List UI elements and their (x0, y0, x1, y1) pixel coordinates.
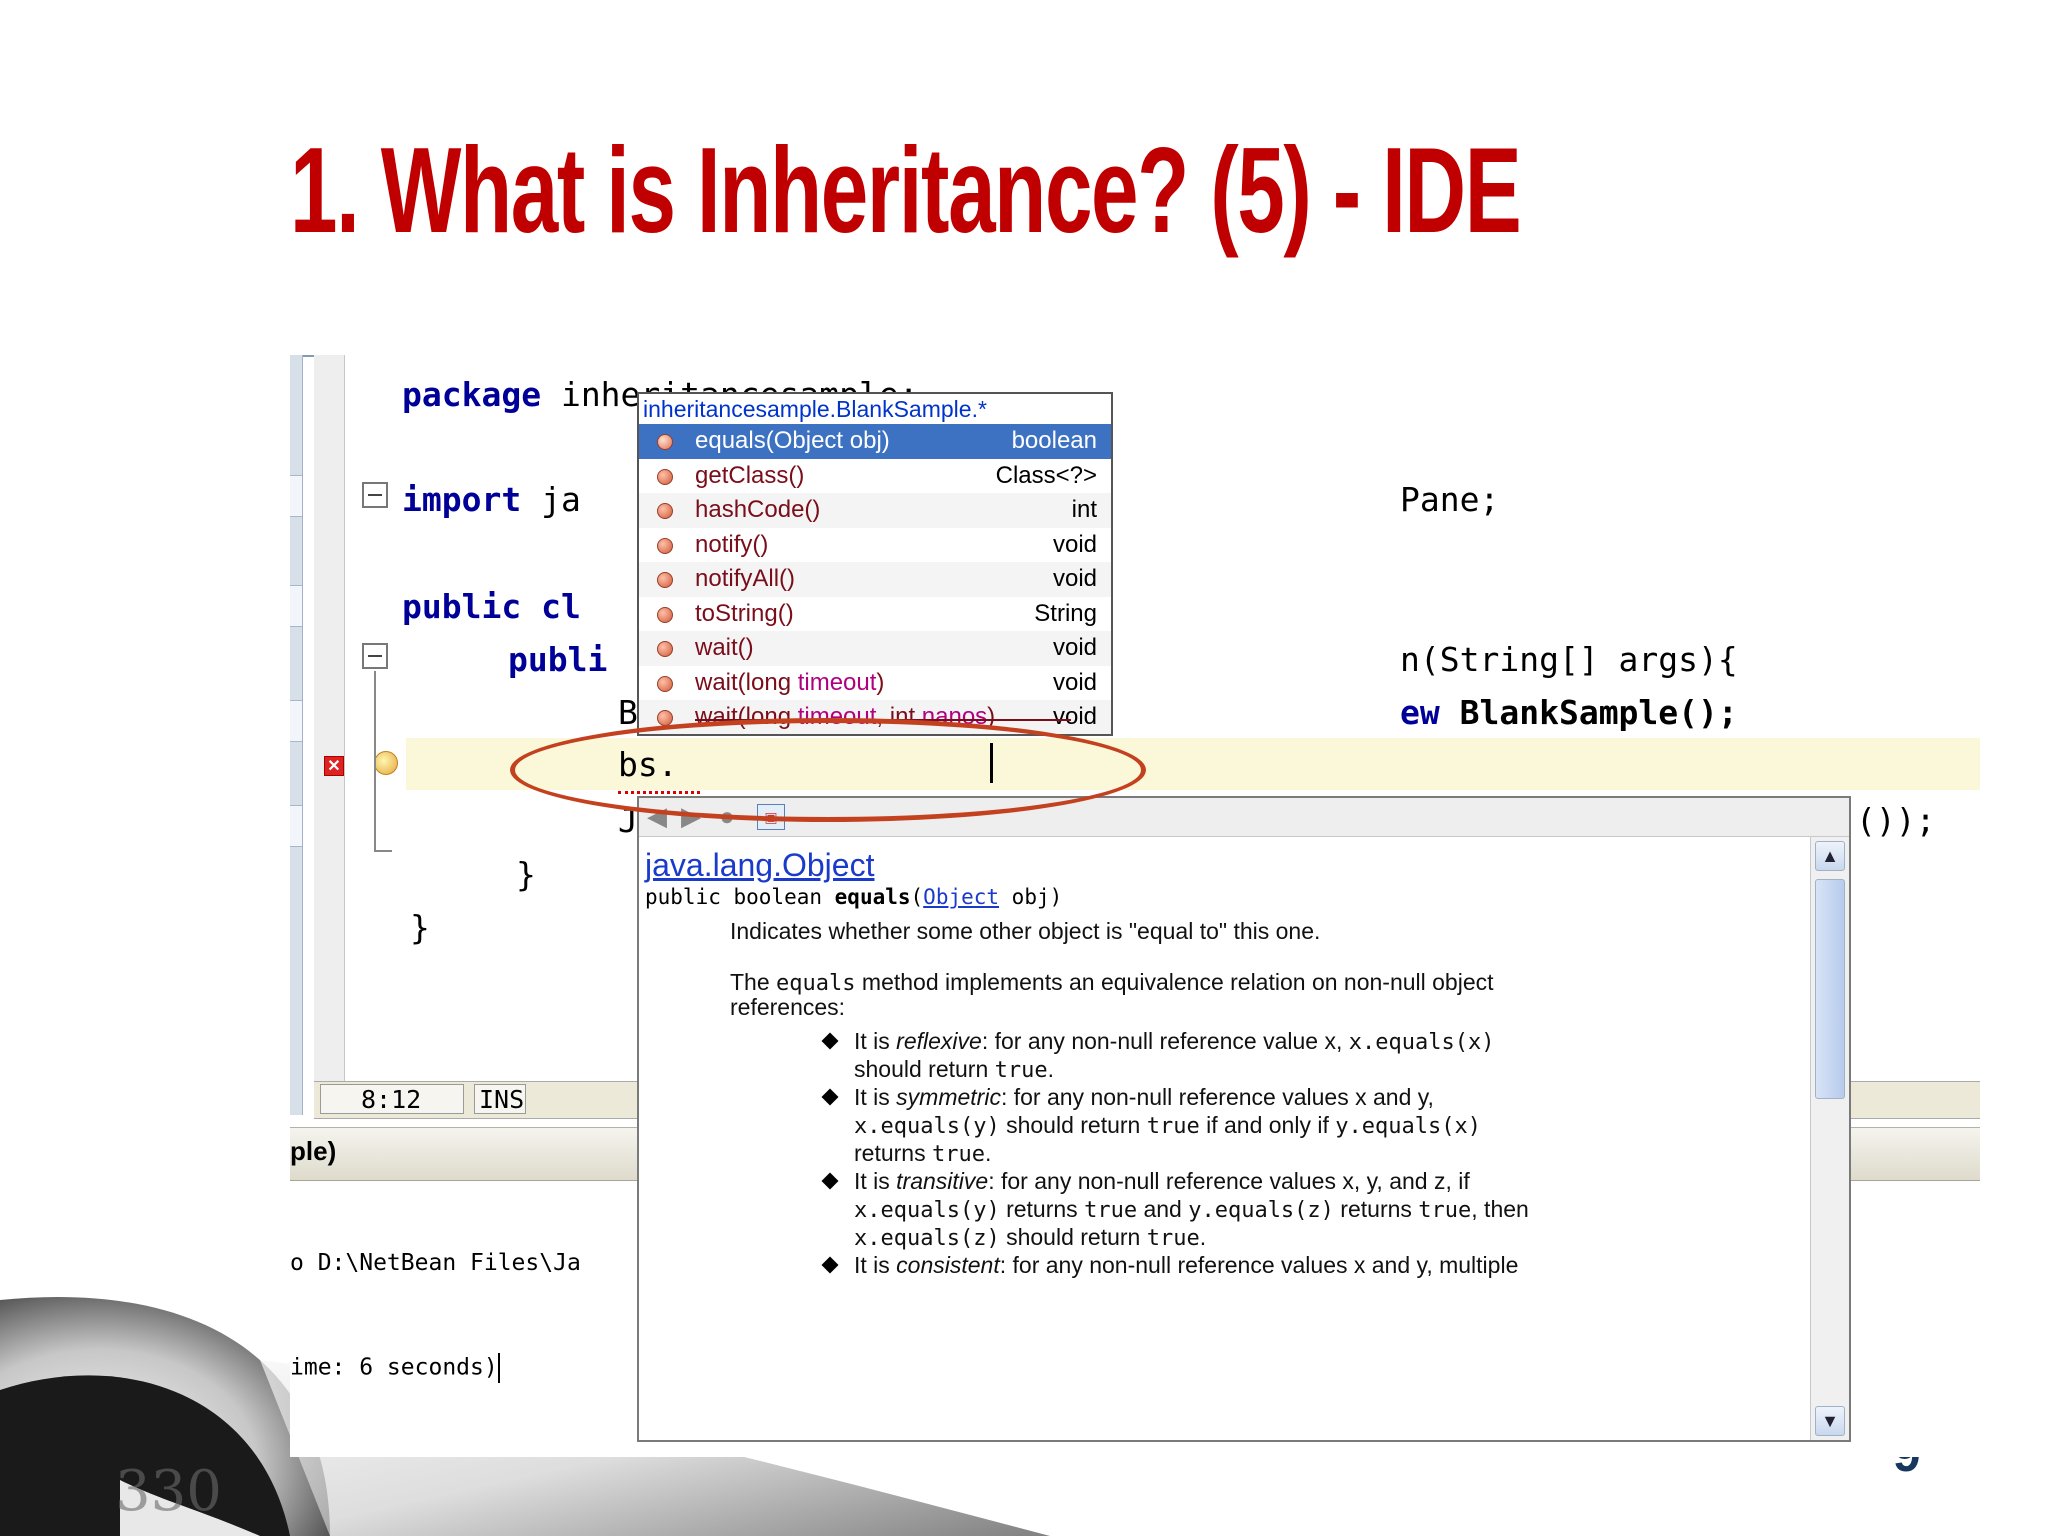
object-type-link[interactable]: Object (923, 885, 999, 909)
cursor-position: 8:12 (320, 1084, 464, 1114)
javadoc-paragraph-line2: references: (730, 994, 846, 1020)
code-line-class: public cl (402, 587, 581, 626)
fold-toggle-import[interactable] (362, 482, 388, 508)
scroll-thumb[interactable] (1815, 879, 1845, 1099)
method-icon (657, 641, 673, 657)
bullet-icon (821, 1088, 839, 1106)
completion-item[interactable]: notifyAll() void (639, 562, 1111, 597)
javadoc-class-link[interactable]: java.lang.Object (645, 847, 874, 884)
completion-item[interactable]: equals(Object obj) boolean (639, 424, 1111, 459)
code-completion-popup[interactable]: inheritancesample.BlankSample.* equals(O… (637, 392, 1113, 736)
method-icon (657, 468, 673, 485)
code-line-main: publi (508, 640, 608, 679)
bullet-icon (821, 1172, 839, 1190)
method-icon (657, 710, 673, 726)
fold-guide-end (374, 850, 392, 852)
javadoc-scrollbar[interactable]: ▲ ▼ (1810, 837, 1849, 1440)
slide-title: 1. What is Inheritance? (5) - IDE (290, 122, 1522, 258)
bullet-icon (821, 1256, 839, 1274)
method-icon (657, 572, 673, 588)
code-line-decl-tail: ew BlankSample(); (1400, 693, 1738, 732)
ide-screenshot: ✕ package inheritancesample; import ja P… (290, 355, 1980, 1457)
code-line-import: import ja (402, 480, 581, 519)
insert-mode: INS (474, 1084, 526, 1114)
code-line-close-method: } (516, 855, 536, 894)
method-icon (657, 606, 673, 623)
code-line-import-tail: Pane; (1400, 480, 1500, 519)
scroll-up-icon[interactable]: ▲ (1815, 841, 1845, 871)
javadoc-popup[interactable]: ◀ ▶ ● ▣ java.lang.Object public boolean … (637, 796, 1851, 1442)
javadoc-content: java.lang.Object public boolean equals(O… (639, 837, 1811, 1440)
javadoc-bullet-consistent: It is consistent: for any non-null refer… (854, 1252, 1519, 1278)
code-line-main-tail: n(String[] args){ (1400, 640, 1738, 679)
fold-toggle-main[interactable] (362, 643, 388, 669)
code-line-decl: B (618, 693, 638, 732)
code-line-close-class: } (410, 908, 430, 947)
javadoc-summary: Indicates whether some other object is "… (730, 918, 1321, 944)
completion-item[interactable]: getClass() Class<?> (639, 459, 1111, 494)
code-line-joption-tail: ()); (1856, 801, 1936, 840)
output-tab[interactable]: ple) (290, 1136, 336, 1167)
output-line-1: o D:\NetBean Files\Ja (290, 1250, 581, 1276)
magnifier-text: 330 (115, 1459, 222, 1524)
completion-item[interactable]: hashCode() int (639, 493, 1111, 528)
lightbulb-icon[interactable] (374, 751, 398, 775)
completion-item[interactable]: wait() void (639, 631, 1111, 666)
fold-guide (374, 671, 376, 851)
completion-item[interactable]: wait(long timeout) void (639, 666, 1111, 701)
side-panel-strip[interactable] (290, 355, 303, 1115)
scroll-down-icon[interactable]: ▼ (1815, 1406, 1845, 1436)
error-icon[interactable]: ✕ (324, 756, 344, 776)
editor-gutter (314, 355, 345, 1085)
completion-item[interactable]: notify() void (639, 528, 1111, 563)
highlight-ellipse (510, 718, 1146, 822)
completion-item[interactable]: toString() String (639, 597, 1111, 632)
completion-header: inheritancesample.BlankSample.* (643, 396, 987, 422)
method-icon (657, 675, 673, 692)
method-icon (657, 434, 673, 450)
output-line-2: ime: 6 seconds) (290, 1353, 500, 1383)
javadoc-signature: public boolean equals(Object obj) (645, 885, 1063, 909)
method-icon (657, 503, 673, 519)
method-icon (657, 537, 673, 554)
bullet-icon (821, 1032, 839, 1050)
